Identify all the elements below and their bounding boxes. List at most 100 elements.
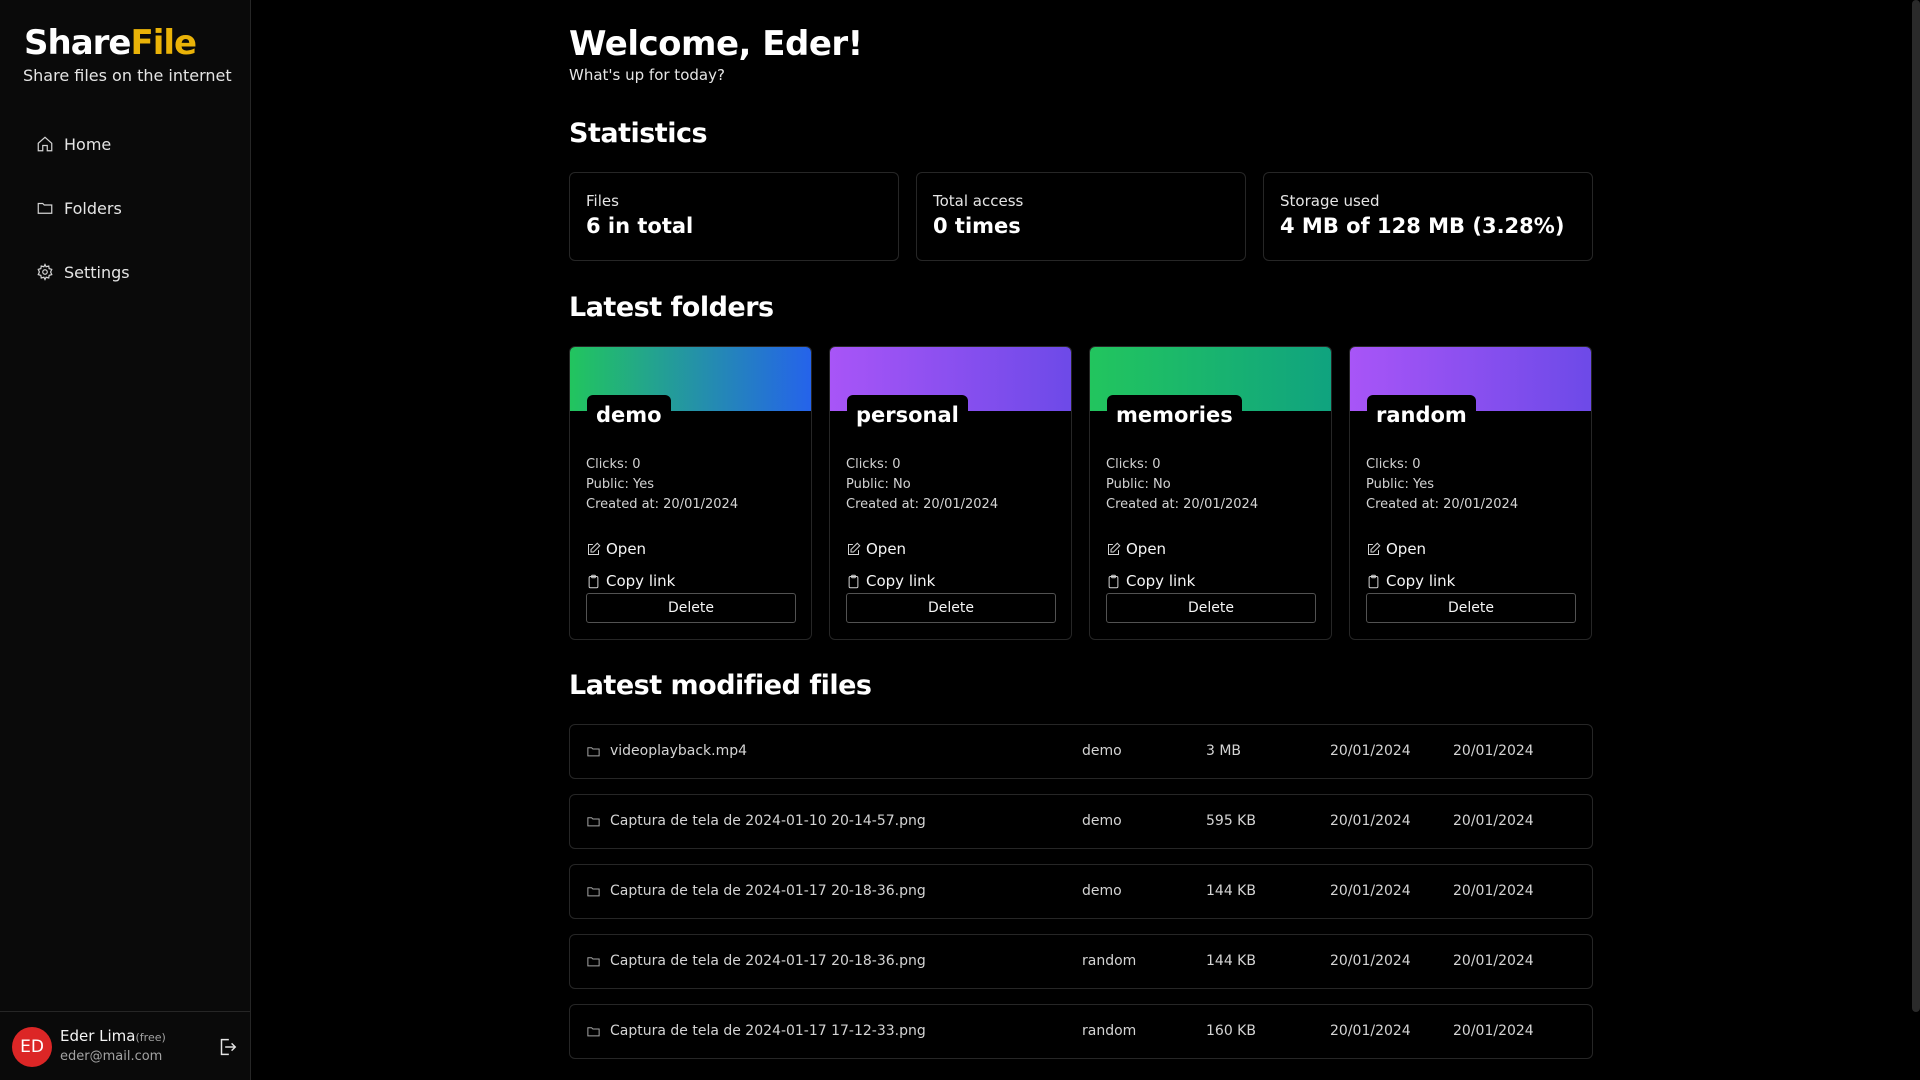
clipboard-icon (588, 574, 599, 588)
sidebar-item-label: Home (64, 134, 112, 154)
folder-cards: demo Clicks: 0 Public: Yes Created at: 2… (569, 346, 1592, 640)
copy-link-button[interactable]: Copy link (1366, 572, 1455, 590)
file-created: 20/01/2024 (1330, 1023, 1411, 1039)
open-label: Open (866, 540, 907, 558)
folder-meta: Clicks: 0 Public: No Created at: 20/01/2… (846, 455, 998, 515)
avatar[interactable]: ED (12, 1027, 52, 1067)
folder-public: Public: Yes (1366, 477, 1434, 492)
sidebar-item-folders[interactable]: Folders (36, 192, 130, 224)
delete-button[interactable]: Delete (586, 593, 796, 623)
latest-folders-title: Latest folders (569, 292, 774, 323)
folder-name: personal (847, 395, 968, 435)
copy-label: Copy link (866, 572, 936, 590)
file-created: 20/01/2024 (1330, 953, 1411, 969)
file-row[interactable]: Captura de tela de 2024-01-17 17-12-33.p… (569, 1004, 1593, 1059)
folder-icon (586, 1024, 601, 1043)
sidebar-item-home[interactable]: Home (36, 128, 130, 160)
open-label: Open (1126, 540, 1167, 558)
open-label: Open (1386, 540, 1427, 558)
home-icon (37, 136, 53, 152)
stat-label: Storage used (1280, 192, 1380, 210)
folder-public: Public: Yes (586, 477, 654, 492)
file-name: Captura de tela de 2024-01-17 20-18-36.p… (610, 953, 926, 969)
file-name: Captura de tela de 2024-01-17 17-12-33.p… (610, 1023, 926, 1039)
folder-icon (586, 744, 601, 763)
file-modified: 20/01/2024 (1453, 813, 1534, 829)
folder-public: Public: No (846, 477, 911, 492)
copy-link-button[interactable]: Copy link (846, 572, 935, 590)
folder-created: Created at: 20/01/2024 (846, 497, 999, 512)
logo[interactable]: ShareFile (24, 22, 197, 64)
file-created: 20/01/2024 (1330, 883, 1411, 899)
delete-button[interactable]: Delete (1366, 593, 1576, 623)
file-size: 160 KB (1206, 1023, 1256, 1039)
file-folder: demo (1082, 743, 1122, 759)
file-row[interactable]: videoplayback.mp4 demo 3 MB 20/01/2024 2… (569, 724, 1593, 779)
stat-card-storage: Storage used 4 MB of 128 MB (3.28%) (1263, 172, 1593, 261)
copy-link-button[interactable]: Copy link (586, 572, 675, 590)
file-size: 3 MB (1206, 743, 1242, 759)
file-folder: demo (1082, 813, 1122, 829)
clipboard-icon (848, 574, 859, 588)
sidebar-nav: Home Folders Settings (36, 128, 130, 320)
stat-card-total-access: Total access 0 times (916, 172, 1246, 261)
folder-card: memories Clicks: 0 Public: No Created at… (1089, 346, 1332, 640)
open-link[interactable]: Open (586, 540, 646, 558)
logo-accent: File (130, 23, 197, 63)
open-link[interactable]: Open (1106, 540, 1166, 558)
stat-card-files: Files 6 in total (569, 172, 899, 261)
file-modified: 20/01/2024 (1453, 1023, 1534, 1039)
folder-clicks: Clicks: 0 (846, 457, 901, 472)
folder-meta: Clicks: 0 Public: No Created at: 20/01/2… (1106, 455, 1258, 515)
file-row[interactable]: Captura de tela de 2024-01-10 20-14-57.p… (569, 794, 1593, 849)
folder-icon (37, 202, 53, 214)
file-row[interactable]: Captura de tela de 2024-01-17 20-18-36.p… (569, 934, 1593, 989)
stat-label: Total access (933, 192, 1024, 210)
user-panel: ED Eder Lima(free) eder@mail.com (0, 1011, 250, 1080)
file-row[interactable]: Captura de tela de 2024-01-17 20-18-36.p… (569, 864, 1593, 919)
sidebar-item-label: Folders (64, 198, 122, 218)
sidebar-item-label: Settings (64, 262, 130, 282)
folder-name: demo (587, 395, 671, 435)
folder-created: Created at: 20/01/2024 (586, 497, 739, 512)
logo-main: Share (24, 23, 131, 63)
statistics-title: Statistics (569, 118, 708, 149)
open-label: Open (606, 540, 647, 558)
file-modified: 20/01/2024 (1453, 883, 1534, 899)
gear-icon (37, 263, 53, 281)
copy-label: Copy link (1386, 572, 1456, 590)
file-size: 144 KB (1206, 883, 1256, 899)
folder-icon (586, 814, 601, 833)
folder-created: Created at: 20/01/2024 (1106, 497, 1259, 512)
folder-card: random Clicks: 0 Public: Yes Created at:… (1349, 346, 1592, 640)
user-plan: (free) (135, 1031, 166, 1044)
file-modified: 20/01/2024 (1453, 743, 1534, 759)
file-folder: demo (1082, 883, 1122, 899)
folder-meta: Clicks: 0 Public: Yes Created at: 20/01/… (1366, 455, 1518, 515)
user-email: eder@mail.com (60, 1049, 163, 1064)
statistics-cards: Files 6 in total Total access 0 times St… (569, 172, 1593, 261)
sidebar-item-settings[interactable]: Settings (36, 256, 130, 288)
file-name: Captura de tela de 2024-01-17 20-18-36.p… (610, 883, 926, 899)
file-list: videoplayback.mp4 demo 3 MB 20/01/2024 2… (569, 724, 1593, 1074)
folder-icon (586, 884, 601, 903)
delete-button[interactable]: Delete (1106, 593, 1316, 623)
edit-icon (848, 542, 861, 555)
file-folder: random (1082, 1023, 1137, 1039)
folder-name: random (1367, 395, 1476, 435)
file-size: 144 KB (1206, 953, 1256, 969)
open-link[interactable]: Open (846, 540, 906, 558)
delete-button[interactable]: Delete (846, 593, 1056, 623)
folder-clicks: Clicks: 0 (586, 457, 641, 472)
folder-meta: Clicks: 0 Public: Yes Created at: 20/01/… (586, 455, 738, 515)
page-title: Welcome, Eder! (569, 24, 863, 64)
latest-files-title: Latest modified files (569, 670, 872, 701)
logout-button[interactable] (216, 1036, 238, 1058)
scrollbar[interactable] (1912, 0, 1920, 1012)
copy-link-button[interactable]: Copy link (1106, 572, 1195, 590)
copy-label: Copy link (1126, 572, 1196, 590)
open-link[interactable]: Open (1366, 540, 1426, 558)
file-name: videoplayback.mp4 (610, 743, 748, 759)
folder-clicks: Clicks: 0 (1106, 457, 1161, 472)
edit-icon (1368, 542, 1381, 555)
